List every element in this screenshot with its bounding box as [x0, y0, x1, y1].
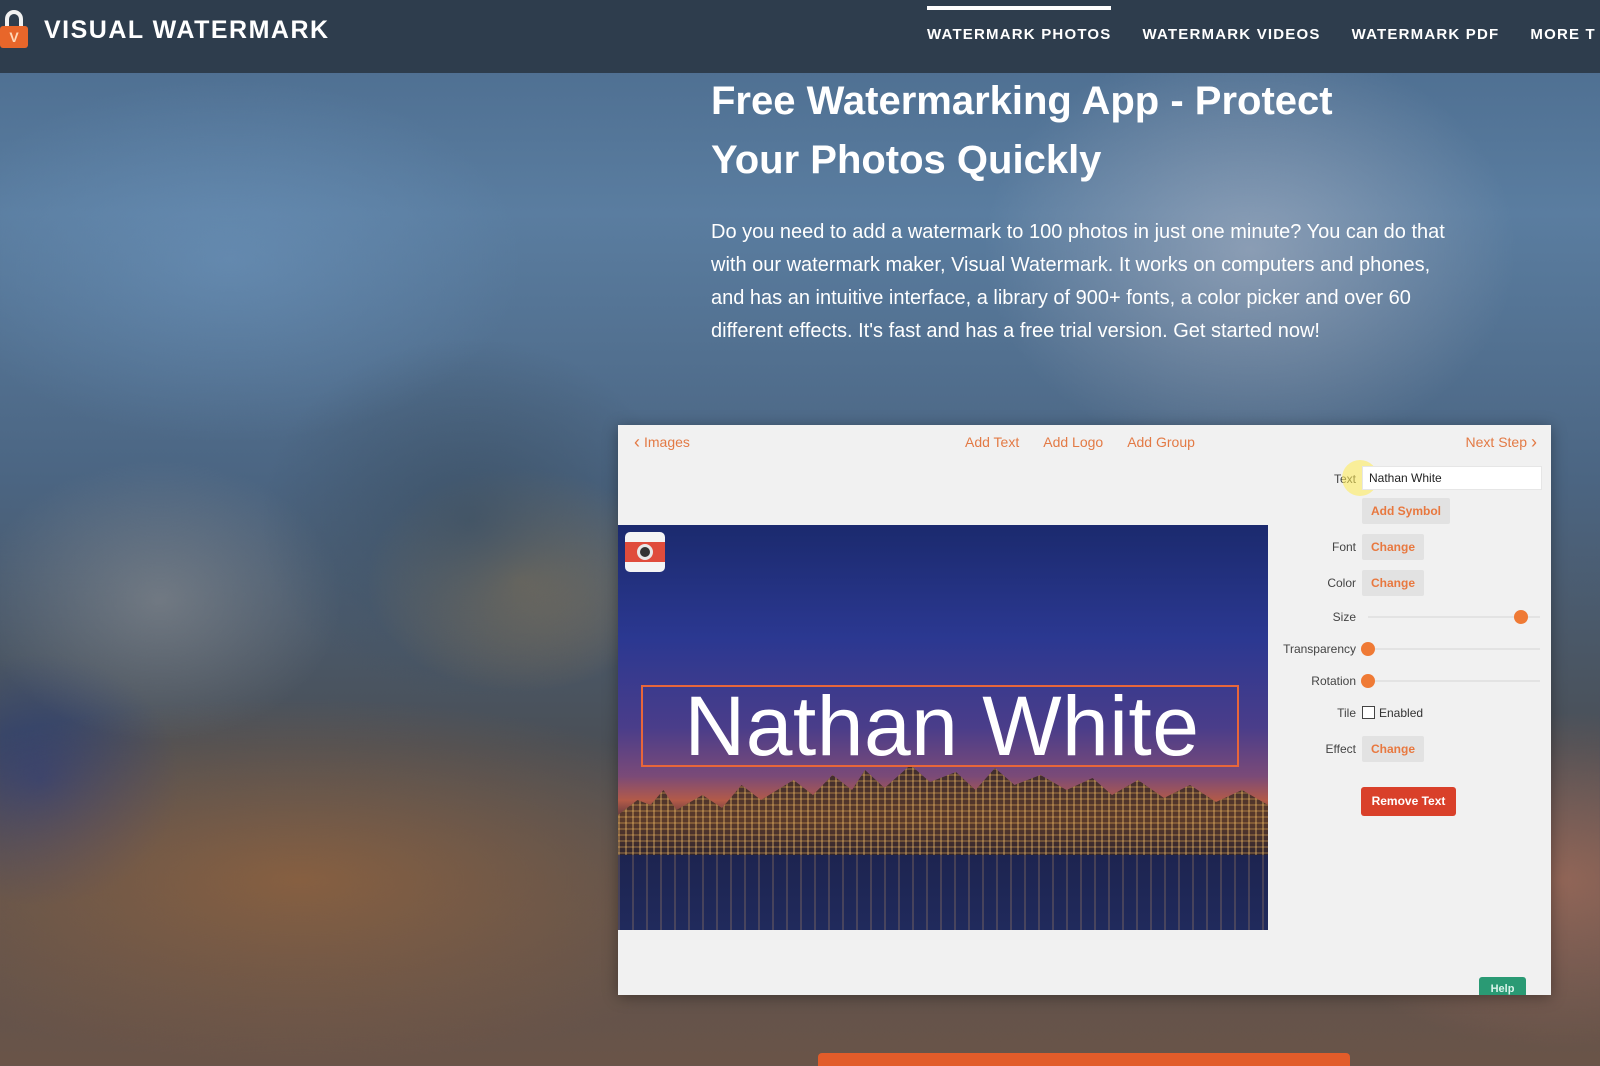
effect-change-button[interactable]: Change — [1362, 736, 1425, 762]
settings-panel: Text Add Symbol Font Change Color Change… — [1268, 459, 1551, 995]
watermark-text-input[interactable] — [1362, 466, 1542, 490]
tile-enabled-checkbox[interactable] — [1362, 706, 1375, 719]
app-tabs: Add Text Add Logo Add Group — [965, 434, 1195, 450]
tab-add-logo[interactable]: Add Logo — [1043, 434, 1103, 450]
app-toolbar: ‹ Images Add Text Add Logo Add Group Nex… — [618, 425, 1551, 459]
color-change-button[interactable]: Change — [1362, 570, 1425, 596]
transparency-slider-knob[interactable] — [1361, 642, 1375, 656]
water-reflection — [618, 855, 1268, 930]
font-label: Font — [1331, 540, 1356, 554]
tile-row: Tile Enabled — [1268, 700, 1551, 726]
watermark-text-box[interactable]: Nathan White — [641, 679, 1239, 773]
rotation-row: Rotation — [1268, 668, 1551, 694]
remove-row: Remove Text — [1268, 787, 1551, 816]
camera-lens — [637, 544, 653, 560]
color-label: Color — [1327, 576, 1356, 590]
app-preview-window: ‹ Images Add Text Add Logo Add Group Nex… — [618, 425, 1551, 995]
size-slider-knob[interactable] — [1514, 610, 1529, 624]
effect-label: Effect — [1325, 742, 1356, 756]
tile-label: Tile — [1337, 706, 1356, 720]
add-symbol-row: Add Symbol — [1268, 498, 1551, 524]
text-row: Text — [1268, 460, 1551, 496]
size-row: Size — [1268, 604, 1551, 630]
tile-enabled-label: Enabled — [1379, 706, 1424, 720]
size-label: Size — [1332, 610, 1356, 624]
rotation-label: Rotation — [1311, 674, 1356, 688]
nav-more[interactable]: MORE T — [1530, 0, 1596, 73]
lock-icon: V — [0, 10, 28, 50]
help-button[interactable]: Help — [1479, 977, 1526, 995]
rotation-slider-knob[interactable] — [1361, 674, 1375, 688]
tab-add-group[interactable]: Add Group — [1127, 434, 1195, 450]
rotation-slider[interactable] — [1368, 680, 1540, 682]
back-to-images-link[interactable]: ‹ Images — [630, 432, 690, 452]
transparency-label: Transparency — [1283, 642, 1356, 656]
main-nav: WATERMARK PHOTOS WATERMARK VIDEOS WATERM… — [927, 0, 1600, 73]
page-title: Free Watermarking App - Protect Your Pho… — [711, 79, 1333, 182]
font-change-button[interactable]: Change — [1362, 534, 1425, 560]
color-row: Color Change — [1268, 570, 1551, 596]
lock-body: V — [0, 26, 28, 48]
nav-watermark-pdf[interactable]: WATERMARK PDF — [1352, 0, 1500, 73]
add-symbol-button[interactable]: Add Symbol — [1362, 498, 1451, 524]
cta-button[interactable] — [818, 1053, 1350, 1066]
watermark-text: Nathan White — [684, 679, 1200, 773]
camera-icon — [625, 532, 665, 572]
effect-row: Effect Change — [1268, 736, 1551, 762]
transparency-slider[interactable] — [1368, 648, 1540, 650]
remove-text-button[interactable]: Remove Text — [1361, 787, 1456, 816]
hero-description: Do you need to add a watermark to 100 ph… — [711, 221, 1445, 342]
back-label: Images — [644, 434, 690, 450]
photo-canvas[interactable]: Nathan White — [618, 525, 1268, 930]
tab-add-text[interactable]: Add Text — [965, 434, 1019, 450]
top-navigation-bar: V VISUAL WATERMARK WATERMARK PHOTOS WATE… — [0, 0, 1600, 73]
brand-logo[interactable]: V VISUAL WATERMARK — [0, 10, 330, 50]
nav-watermark-videos[interactable]: WATERMARK VIDEOS — [1142, 0, 1320, 73]
city-skyline — [618, 765, 1268, 860]
next-step-link[interactable]: Next Step › — [1465, 432, 1541, 452]
nav-watermark-photos[interactable]: WATERMARK PHOTOS — [927, 0, 1112, 73]
next-label: Next Step — [1465, 434, 1527, 450]
chevron-right-icon: › — [1531, 432, 1537, 452]
brand-name: VISUAL WATERMARK — [44, 15, 330, 44]
font-row: Font Change — [1268, 534, 1551, 560]
chevron-left-icon: ‹ — [634, 432, 640, 452]
transparency-row: Transparency — [1268, 636, 1551, 662]
